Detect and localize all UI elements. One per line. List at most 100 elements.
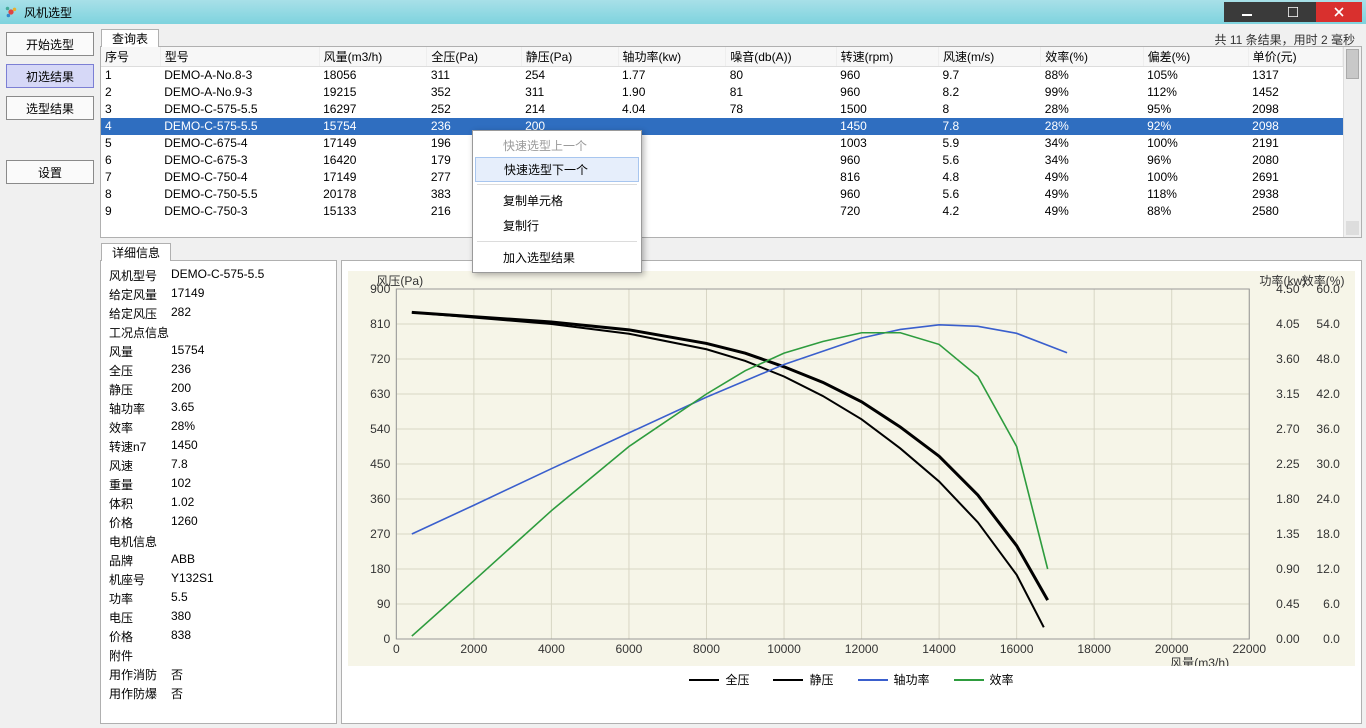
cell[interactable]: 5.6: [938, 152, 1040, 169]
cell[interactable]: 49%: [1041, 169, 1143, 186]
cell[interactable]: [726, 135, 836, 152]
col-header[interactable]: 全压(Pa): [427, 47, 521, 67]
cell[interactable]: DEMO-C-675-3: [160, 152, 319, 169]
table-row[interactable]: 3DEMO-C-575-5.5162972522144.04781500828%…: [101, 101, 1343, 118]
table-row[interactable]: 7DEMO-C-750-4171492772638164.849%100%269…: [101, 169, 1343, 186]
cell[interactable]: 19215: [319, 84, 427, 101]
cell[interactable]: [726, 169, 836, 186]
cell[interactable]: 1.90: [618, 84, 726, 101]
detail-tab[interactable]: 详细信息: [101, 243, 171, 261]
scroll-down-icon[interactable]: [1346, 221, 1359, 235]
cell[interactable]: 80: [726, 67, 836, 84]
cell[interactable]: 1.77: [618, 67, 726, 84]
col-header[interactable]: 型号: [160, 47, 319, 67]
results-table[interactable]: 序号型号风量(m3/h)全压(Pa)静压(Pa)轴功率(kw)噪音(db(A))…: [101, 47, 1343, 220]
cell[interactable]: 5.6: [938, 186, 1040, 203]
start-button[interactable]: 开始选型: [6, 32, 94, 56]
cell[interactable]: 5.9: [938, 135, 1040, 152]
query-tab[interactable]: 查询表: [101, 29, 159, 47]
col-header[interactable]: 风速(m/s): [938, 47, 1040, 67]
cell[interactable]: 100%: [1143, 135, 1248, 152]
cell[interactable]: 252: [427, 101, 521, 118]
cell[interactable]: 4: [101, 118, 160, 135]
menu-copy-cell[interactable]: 复制单元格: [473, 188, 641, 213]
table-row[interactable]: 8DEMO-C-750-5.5201783833649605.649%118%2…: [101, 186, 1343, 203]
cell[interactable]: 960: [836, 152, 938, 169]
cell[interactable]: 816: [836, 169, 938, 186]
cell[interactable]: 49%: [1041, 186, 1143, 203]
cell[interactable]: 254: [521, 67, 618, 84]
col-header[interactable]: 转速(rpm): [836, 47, 938, 67]
cell[interactable]: 6: [101, 152, 160, 169]
col-header[interactable]: 轴功率(kw): [618, 47, 726, 67]
table-row[interactable]: 6DEMO-C-675-3164201791619605.634%96%2080: [101, 152, 1343, 169]
cell[interactable]: 2080: [1248, 152, 1342, 169]
close-button[interactable]: [1316, 2, 1362, 22]
cell[interactable]: 95%: [1143, 101, 1248, 118]
cell[interactable]: 34%: [1041, 135, 1143, 152]
cell[interactable]: DEMO-C-750-4: [160, 169, 319, 186]
cell[interactable]: 311: [427, 67, 521, 84]
context-menu[interactable]: 快速选型上一个 快速选型下一个 复制单元格 复制行 加入选型结果: [472, 130, 642, 273]
menu-next[interactable]: 快速选型下一个: [475, 157, 639, 182]
cell[interactable]: 2938: [1248, 186, 1342, 203]
cell[interactable]: 4.04: [618, 101, 726, 118]
titlebar[interactable]: 风机选型: [0, 0, 1366, 24]
table-row[interactable]: 1DEMO-A-No.8-3180563112541.77809609.788%…: [101, 67, 1343, 84]
cell[interactable]: 81: [726, 84, 836, 101]
menu-copy-row[interactable]: 复制行: [473, 213, 641, 238]
cell[interactable]: 17149: [319, 135, 427, 152]
cell[interactable]: 28%: [1041, 101, 1143, 118]
cell[interactable]: 2098: [1248, 101, 1342, 118]
cell[interactable]: DEMO-C-675-4: [160, 135, 319, 152]
cell[interactable]: DEMO-C-750-5.5: [160, 186, 319, 203]
minimize-button[interactable]: [1224, 2, 1270, 22]
performance-chart[interactable]: 0901802703604505406307208109000200040006…: [348, 271, 1355, 666]
col-header[interactable]: 效率(%): [1041, 47, 1143, 67]
cell[interactable]: 20178: [319, 186, 427, 203]
cell[interactable]: 88%: [1041, 67, 1143, 84]
cell[interactable]: 960: [836, 67, 938, 84]
col-header[interactable]: 噪音(db(A)): [726, 47, 836, 67]
cell[interactable]: DEMO-A-No.8-3: [160, 67, 319, 84]
cell[interactable]: DEMO-A-No.9-3: [160, 84, 319, 101]
cell[interactable]: 78: [726, 101, 836, 118]
cell[interactable]: 214: [521, 101, 618, 118]
cell[interactable]: 3: [101, 101, 160, 118]
final-button[interactable]: 选型结果: [6, 96, 94, 120]
cell[interactable]: 1: [101, 67, 160, 84]
scroll-thumb[interactable]: [1346, 49, 1359, 79]
cell[interactable]: 15133: [319, 203, 427, 220]
cell[interactable]: 2: [101, 84, 160, 101]
menu-add[interactable]: 加入选型结果: [473, 245, 641, 270]
cell[interactable]: 16420: [319, 152, 427, 169]
cell[interactable]: [726, 152, 836, 169]
cell[interactable]: 8: [938, 101, 1040, 118]
col-header[interactable]: 风量(m3/h): [319, 47, 427, 67]
cell[interactable]: 18056: [319, 67, 427, 84]
cell[interactable]: [726, 186, 836, 203]
col-header[interactable]: 静压(Pa): [521, 47, 618, 67]
col-header[interactable]: 单价(元): [1248, 47, 1342, 67]
cell[interactable]: 1003: [836, 135, 938, 152]
col-header[interactable]: 偏差(%): [1143, 47, 1248, 67]
cell[interactable]: 4.2: [938, 203, 1040, 220]
cell[interactable]: DEMO-C-575-5.5: [160, 118, 319, 135]
cell[interactable]: 7: [101, 169, 160, 186]
cell[interactable]: 311: [521, 84, 618, 101]
cell[interactable]: 4.8: [938, 169, 1040, 186]
cell[interactable]: 1317: [1248, 67, 1342, 84]
table-scrollbar[interactable]: [1343, 47, 1361, 237]
cell[interactable]: DEMO-C-575-5.5: [160, 101, 319, 118]
cell[interactable]: 34%: [1041, 152, 1143, 169]
cell[interactable]: 352: [427, 84, 521, 101]
table-row[interactable]: 5DEMO-C-675-41714919617510035.934%100%21…: [101, 135, 1343, 152]
table-row[interactable]: 4DEMO-C-575-5.51575423620014507.828%92%2…: [101, 118, 1343, 135]
cell[interactable]: 2691: [1248, 169, 1342, 186]
cell[interactable]: 112%: [1143, 84, 1248, 101]
cell[interactable]: [726, 118, 836, 135]
cell[interactable]: 49%: [1041, 203, 1143, 220]
col-header[interactable]: 序号: [101, 47, 160, 67]
table-row[interactable]: 9DEMO-C-750-3151332162057204.249%88%2580: [101, 203, 1343, 220]
cell[interactable]: DEMO-C-750-3: [160, 203, 319, 220]
